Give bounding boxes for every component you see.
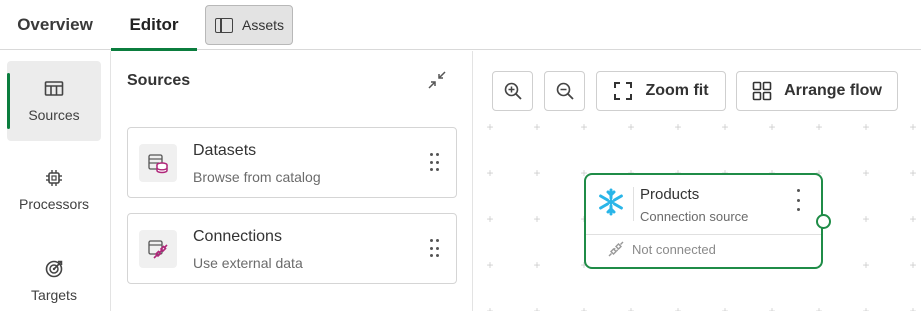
database-icon: [139, 144, 177, 182]
tab-overview[interactable]: Overview: [0, 0, 110, 50]
canvas-grid-mark: +: [486, 120, 494, 134]
canvas-grid-mark: +: [862, 258, 870, 272]
connections-card[interactable]: Connections Use external data: [127, 213, 457, 284]
grid-icon: [752, 81, 772, 101]
flow-canvas[interactable]: ++++++++++++++++++++++++++++++++++++++++…: [474, 51, 921, 311]
canvas-grid-mark: +: [862, 120, 870, 134]
zoom-fit-button[interactable]: Zoom fit: [596, 71, 726, 111]
datasets-card[interactable]: Datasets Browse from catalog: [127, 127, 457, 198]
canvas-grid-mark: +: [674, 120, 682, 134]
assets-label: Assets: [242, 17, 285, 33]
fit-frame-icon: [614, 82, 633, 100]
drag-handle-icon[interactable]: [430, 239, 440, 259]
canvas-grid-mark: +: [721, 304, 729, 311]
canvas-grid-mark: +: [909, 166, 917, 180]
node-output-port[interactable]: [816, 214, 831, 229]
chip-icon: [43, 168, 65, 188]
zoom-out-icon: [556, 82, 574, 100]
zoom-in-icon: [504, 82, 522, 100]
rail-label-sources: Sources: [28, 107, 80, 123]
zoom-fit-label: Zoom fit: [645, 82, 709, 99]
zoom-in-button[interactable]: [492, 71, 533, 111]
canvas-grid-mark: +: [768, 304, 776, 311]
canvas-grid-mark: +: [533, 304, 541, 311]
assets-toggle-button[interactable]: Assets: [205, 5, 293, 45]
datasets-subtitle: Browse from catalog: [193, 169, 321, 185]
node-subtitle: Connection source: [640, 209, 749, 224]
canvas-grid-mark: +: [862, 212, 870, 226]
node-status: Not connected: [608, 241, 716, 257]
rail-item-targets[interactable]: Targets: [7, 241, 101, 311]
datasets-title: Datasets: [193, 142, 257, 159]
connections-title: Connections: [193, 228, 282, 245]
canvas-grid-mark: +: [486, 212, 494, 226]
node-divider: [633, 187, 634, 221]
canvas-grid-mark: +: [862, 166, 870, 180]
sidebar-panel-icon: [215, 17, 233, 33]
connection-icon: [139, 230, 177, 268]
canvas-grid-mark: +: [909, 258, 917, 272]
node-separator: [586, 234, 821, 235]
arrange-flow-label: Arrange flow: [784, 82, 882, 99]
flow-node-products[interactable]: Products Connection source Not connected: [584, 173, 831, 269]
snowflake-icon: [596, 187, 626, 217]
rail-item-sources[interactable]: Sources: [7, 61, 101, 141]
sources-icon: [43, 79, 65, 99]
canvas-grid-mark: +: [486, 304, 494, 311]
collapse-panel-button[interactable]: [426, 69, 448, 91]
canvas-grid-mark: +: [909, 304, 917, 311]
arrange-flow-button[interactable]: Arrange flow: [736, 71, 898, 111]
rail-label-processors: Processors: [18, 196, 90, 212]
rail-label-targets: Targets: [31, 287, 77, 303]
canvas-grid-mark: +: [674, 304, 682, 311]
canvas-grid-mark: +: [486, 166, 494, 180]
canvas-grid-mark: +: [580, 120, 588, 134]
zoom-out-button[interactable]: [544, 71, 585, 111]
canvas-grid-mark: +: [721, 120, 729, 134]
rail-item-processors[interactable]: Processors: [7, 150, 101, 230]
connections-subtitle: Use external data: [193, 255, 303, 271]
canvas-grid-mark: +: [815, 304, 823, 311]
canvas-grid-mark: +: [533, 120, 541, 134]
canvas-grid-mark: +: [533, 258, 541, 272]
node-menu-icon[interactable]: [794, 189, 802, 211]
node-title: Products: [640, 186, 700, 203]
canvas-grid-mark: +: [862, 304, 870, 311]
top-bar: Overview Editor Assets: [0, 0, 921, 51]
canvas-grid-mark: +: [580, 304, 588, 311]
canvas-grid-mark: +: [909, 120, 917, 134]
canvas-grid-mark: +: [627, 120, 635, 134]
target-icon: [43, 259, 65, 279]
panel-title: Sources: [127, 72, 191, 89]
node-status-text: Not connected: [632, 241, 716, 257]
canvas-grid-mark: +: [815, 120, 823, 134]
drag-handle-icon[interactable]: [430, 153, 440, 173]
collapse-icon: [428, 71, 446, 89]
canvas-grid-mark: +: [768, 120, 776, 134]
canvas-grid-mark: +: [533, 212, 541, 226]
canvas-grid-mark: +: [627, 304, 635, 311]
disconnected-icon: [608, 241, 624, 257]
sources-panel: Sources Datasets Browse from catalog Con…: [112, 51, 473, 311]
left-rail: Sources Processors Targets: [0, 51, 111, 311]
canvas-grid-mark: +: [909, 212, 917, 226]
canvas-grid-mark: +: [533, 166, 541, 180]
tab-editor[interactable]: Editor: [111, 0, 197, 51]
canvas-grid-mark: +: [486, 258, 494, 272]
